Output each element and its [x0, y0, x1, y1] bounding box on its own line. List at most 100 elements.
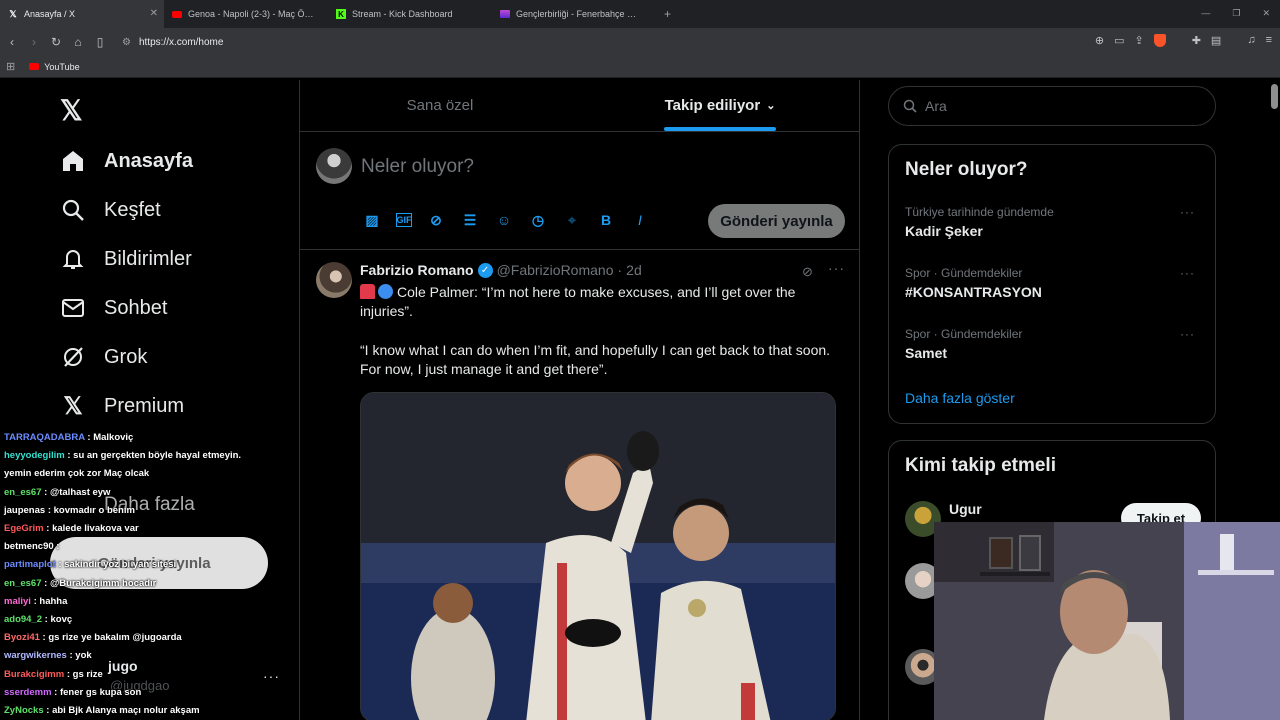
- composer: Neler oluyor? ▨ GIF ⊘ ☰ ☺ ◷ ⌖ B I Gönder…: [300, 132, 860, 250]
- chat-text: kalede livakova var: [52, 523, 139, 534]
- italic-icon[interactable]: I: [630, 210, 650, 230]
- minimize-icon[interactable]: —: [1201, 8, 1210, 19]
- forward-icon[interactable]: ›: [24, 35, 44, 49]
- site-info-icon[interactable]: ⚙: [122, 37, 131, 48]
- nav-item-explore[interactable]: Keşfet: [60, 190, 161, 230]
- gif-icon[interactable]: GIF: [396, 213, 412, 227]
- chat-username[interactable]: en_es67: [4, 578, 42, 589]
- youtube-icon: [29, 63, 40, 70]
- chat-username[interactable]: TARRAQADABRA: [4, 432, 85, 443]
- tab-genoa-napoli[interactable]: Genoa - Napoli (2-3) - Maç Özeti - Se: [164, 0, 328, 28]
- chat-username[interactable]: Burakcigimm: [4, 669, 64, 680]
- grok-icon[interactable]: ⊘: [426, 210, 446, 230]
- chat-text: yok: [75, 650, 92, 662]
- poll-icon[interactable]: ☰: [460, 210, 480, 230]
- chat-username[interactable]: betmenc90: [4, 541, 54, 552]
- more-icon[interactable]: ···: [828, 260, 845, 276]
- maximize-icon[interactable]: ❐: [1232, 8, 1240, 19]
- avatar[interactable]: [316, 262, 352, 298]
- share-icon[interactable]: ⇪: [1134, 34, 1143, 47]
- trend-meta: Spor · Gündemdekiler: [905, 327, 1023, 341]
- chat-username[interactable]: Byozi41: [4, 632, 40, 643]
- tab-genclerbirligi-fenerbahce[interactable]: Gençlerbirliği - Fenerbahçe Maç Özeti: [492, 0, 656, 28]
- show-more-link[interactable]: Daha fazla göster: [905, 390, 1015, 406]
- location-icon[interactable]: ⌖: [562, 210, 582, 230]
- suggested-user-name[interactable]: Ugur: [949, 501, 982, 517]
- post-button[interactable]: Gönderi yayınla: [708, 204, 845, 238]
- chat-message: sserdemm : fener gs kupa son: [4, 687, 141, 698]
- trend-item[interactable]: Spor · Gündemdekiler Samet ···: [905, 327, 1203, 361]
- tweet-image[interactable]: [360, 392, 836, 720]
- more-icon[interactable]: ···: [1180, 205, 1195, 219]
- chat-username[interactable]: jaupenas: [4, 505, 45, 516]
- chat-message: en_es67 : @Burakcigimm hocadır: [4, 578, 156, 589]
- menu-icon[interactable]: ≡: [1266, 34, 1272, 47]
- bookmark-label: YouTube: [44, 61, 80, 72]
- feed-tabs: Sana özel Takip ediliyor ⌄: [300, 80, 860, 132]
- bookmark-icon[interactable]: ▯: [90, 35, 110, 49]
- nav-item-home[interactable]: Anasayfa: [60, 141, 193, 181]
- browser-tab-bar: 𝕏 Anasayfa / X ✕ Genoa - Napoli (2-3) - …: [0, 0, 1280, 28]
- media-icon[interactable]: ♫: [1247, 34, 1255, 47]
- home-browser-icon[interactable]: ⌂: [68, 35, 88, 49]
- nav-item-chat[interactable]: Sohbet: [60, 288, 167, 328]
- page-scrollbar[interactable]: [1271, 84, 1278, 109]
- nav-item-premium[interactable]: 𝕏 Premium: [60, 386, 184, 426]
- composer-input[interactable]: Neler oluyor?: [361, 156, 474, 178]
- trend-item[interactable]: Spor · Gündemdekiler #KONSANTRASYON ···: [905, 266, 1203, 300]
- apps-icon[interactable]: ⊞: [6, 60, 15, 73]
- cast-icon[interactable]: ▭: [1114, 34, 1124, 47]
- chat-username[interactable]: wargwikernes: [4, 650, 67, 661]
- nav-item-notifications[interactable]: Bildirimler: [60, 239, 192, 279]
- sidebar-icon[interactable]: ▤: [1211, 34, 1221, 47]
- trend-item[interactable]: Türkiye tarihinde gündemde Kadir Şeker ·…: [905, 205, 1203, 239]
- tab-following[interactable]: Takip ediliyor ⌄: [580, 80, 860, 131]
- image-icon[interactable]: ▨: [362, 210, 382, 230]
- nav-item-grok[interactable]: Grok: [60, 337, 147, 377]
- reload-icon[interactable]: ↻: [46, 35, 66, 49]
- tab-for-you[interactable]: Sana özel: [300, 80, 580, 131]
- zoom-icon[interactable]: ⊕: [1095, 34, 1104, 47]
- tweet-time[interactable]: 2d: [626, 262, 642, 278]
- search-input[interactable]: Ara: [888, 86, 1216, 126]
- close-window-icon[interactable]: ✕: [1262, 8, 1270, 19]
- chat-username[interactable]: partimaplot: [4, 559, 56, 570]
- back-icon[interactable]: ‹: [2, 35, 22, 49]
- nav-label: Bildirimler: [104, 247, 192, 270]
- chat-username[interactable]: maliyi: [4, 596, 31, 607]
- chat-username[interactable]: ado94_2: [4, 614, 42, 625]
- bookmarks-bar: ⊞ YouTube: [0, 56, 1280, 78]
- chat-message: en_es67 : @talhast eyw: [4, 487, 110, 498]
- new-tab-icon[interactable]: +: [664, 7, 671, 21]
- url-field[interactable]: ⚙ https://x.com/home: [122, 31, 223, 53]
- x-logo-icon[interactable]: 𝕏: [60, 94, 83, 127]
- verified-badge-icon: ✓: [477, 262, 493, 278]
- brave-shields-icon[interactable]: [1153, 34, 1166, 47]
- author-name[interactable]: Fabrizio Romano: [360, 262, 474, 278]
- bookmark-youtube[interactable]: YouTube: [29, 61, 80, 72]
- chat-message: maliyi : hahha: [4, 596, 67, 607]
- grok-icon[interactable]: ⊘: [802, 264, 813, 280]
- extensions-icon[interactable]: ✚: [1192, 34, 1201, 47]
- home-icon: [60, 148, 86, 174]
- tab-x-home[interactable]: 𝕏 Anasayfa / X ✕: [0, 0, 164, 28]
- chat-username[interactable]: en_es67: [4, 487, 42, 498]
- more-icon[interactable]: ···: [1180, 266, 1195, 280]
- chat-username[interactable]: EgeGrim: [4, 523, 44, 534]
- emoji-icon[interactable]: ☺: [494, 210, 514, 230]
- chat-separator: :: [43, 705, 53, 716]
- avatar[interactable]: [316, 148, 352, 184]
- chat-username[interactable]: heyyodegilim: [4, 450, 65, 461]
- author-handle[interactable]: @FabrizioRomano: [497, 262, 614, 278]
- search-icon: [903, 99, 917, 113]
- chat-username[interactable]: ZyNocks: [4, 705, 44, 716]
- tab-kick-dashboard[interactable]: K Stream - Kick Dashboard: [328, 0, 492, 28]
- schedule-icon[interactable]: ◷: [528, 210, 548, 230]
- chat-text: gs rize: [72, 668, 103, 680]
- bold-icon[interactable]: B: [596, 210, 616, 230]
- main-feed: Sana özel Takip ediliyor ⌄ Neler oluyor?…: [300, 80, 860, 720]
- tweet[interactable]: Fabrizio Romano ✓ @FabrizioRomano · 2d ⊘…: [300, 251, 860, 720]
- more-icon[interactable]: ···: [1180, 327, 1195, 341]
- chat-username[interactable]: sserdemm: [4, 687, 52, 698]
- tab-close-icon[interactable]: ✕: [150, 8, 158, 19]
